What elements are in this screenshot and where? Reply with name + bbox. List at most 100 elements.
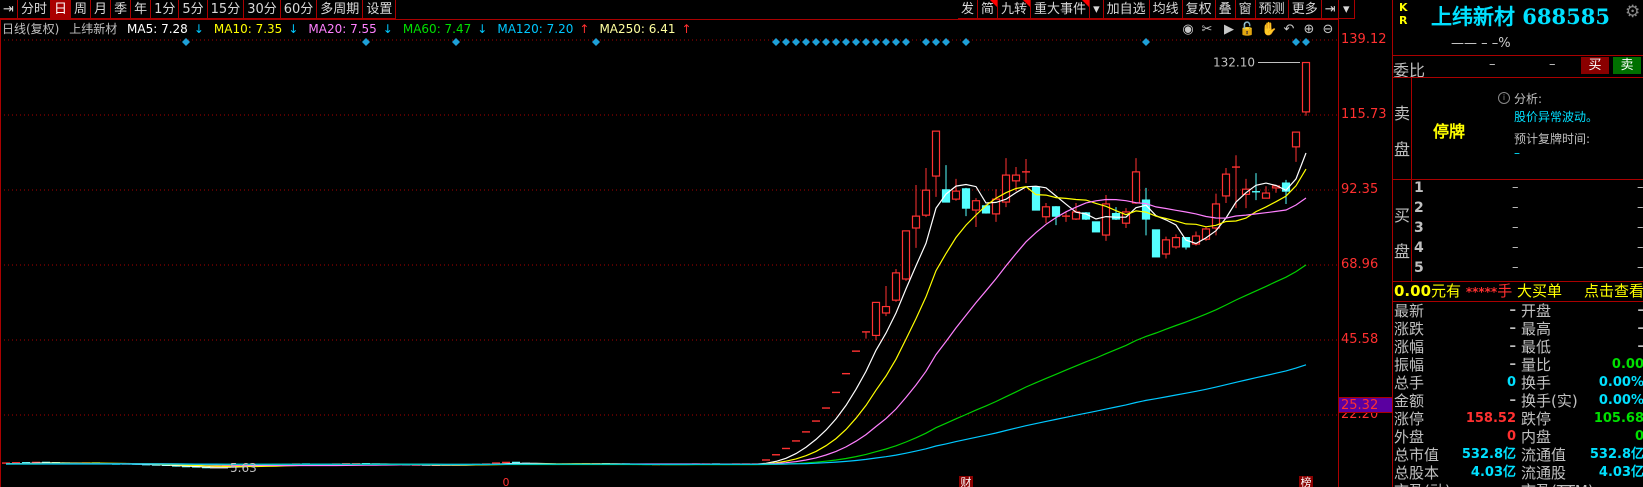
signal-marker[interactable] [892,38,900,46]
stat-value: – [1509,321,1517,336]
stat-label: 换手 [1521,374,1552,392]
kr-r: R [1399,14,1408,27]
kline-chart[interactable]: 132.10 5.63 0 财 榜 [0,0,1338,487]
signal-marker[interactable] [842,38,850,46]
candle [941,165,951,203]
candle [901,230,911,281]
stat-row: 涨停 158.52 跌停 105.68 [1393,410,1643,428]
stat-value: 0.00% [1598,393,1643,408]
stat-label: 涨跌 [1394,320,1425,338]
signal-marker[interactable] [182,38,190,46]
price-tick: 92.35 [1341,181,1379,197]
weibi-value: – [1489,57,1496,72]
bid-price: – [1512,220,1519,235]
candle [951,178,961,201]
stat-value: 0.00 [1611,357,1643,372]
low-price-label: 5.63 [230,461,257,475]
stat-label: 最高 [1521,320,1552,338]
stat-label: 开盘 [1521,302,1552,320]
signal-marker[interactable] [592,38,600,46]
signal-marker[interactable] [772,38,780,46]
signal-marker[interactable] [902,38,910,46]
signal-marker[interactable] [1292,38,1300,46]
signal-marker[interactable] [942,38,950,46]
signal-marker[interactable] [922,38,930,46]
stat-value: 4.03亿 [1598,465,1643,480]
stat-row: 涨跌–最高– [1393,320,1643,338]
bid-price: – [1512,240,1519,255]
stat-value: 0.00% [1598,375,1643,390]
sell-side-label-1: 卖 [1394,104,1411,123]
view-link[interactable]: 点击查看 [1584,282,1643,301]
bid-volume: – [1637,180,1643,195]
signal-marker[interactable] [852,38,860,46]
gear-icon[interactable]: ⚙ [1625,2,1640,22]
candle [871,301,881,341]
signal-marker[interactable] [832,38,840,46]
stat-label: 换手(实) [1521,392,1578,410]
analysis-label: 分析: [1514,92,1543,106]
signal-marker[interactable] [932,38,940,46]
signal-marker[interactable] [452,38,460,46]
big-order-hand: 手 [1497,282,1513,300]
ma10-line [5,168,1307,468]
signal-marker[interactable] [362,38,370,46]
buy-button[interactable]: 买 [1581,57,1609,74]
event-label[interactable]: 0 [503,476,510,487]
candle [1041,202,1051,224]
event-label[interactable]: 榜 [1301,475,1312,487]
stat-row: 总手 0 换手 0.00% [1393,374,1643,392]
signal-marker[interactable] [1302,38,1310,46]
buy-side-label-2: 盘 [1394,242,1411,261]
candle [1131,158,1141,204]
weiCha-value: – [1549,57,1556,72]
stat-value: – [1509,303,1517,318]
big-order-stars: ***** [1465,285,1498,299]
signal-marker[interactable] [872,38,880,46]
signal-marker[interactable] [1142,38,1150,46]
price-tick: 139.12 [1341,32,1387,47]
signal-marker[interactable] [862,38,870,46]
bid-level: 4 [1414,240,1424,256]
stat-label: 外盘 [1394,428,1425,446]
signal-marker[interactable] [812,38,820,46]
buy-side-label-1: 买 [1394,206,1411,225]
ma60-line [6,264,1307,466]
stat-label: 涨幅 [1394,338,1425,356]
signal-marker[interactable] [802,38,810,46]
divider [0,19,1,487]
info-icon[interactable]: i [1498,92,1510,104]
sell-button[interactable]: 卖 [1613,57,1641,74]
signal-marker[interactable] [822,38,830,46]
stat-label: 流通值 [1521,446,1567,464]
stat-value: 158.52 [1465,411,1516,426]
sell-side-label-2: 盘 [1394,140,1411,159]
bid-level: 3 [1414,220,1424,236]
kr-badge: KR [1399,1,1408,27]
ma20-line [5,197,1307,467]
chevron-down-icon[interactable]: ▾ [1339,0,1355,19]
big-order-label: 大买单 [1517,282,1563,300]
stat-label: 市盈(TTM) [1521,482,1594,487]
divider [1393,55,1643,56]
signal-marker[interactable] [792,38,800,46]
signal-marker[interactable] [882,38,890,46]
candle [891,269,901,302]
candle [862,331,870,339]
candle [502,461,510,464]
signal-marker[interactable] [782,38,790,46]
signal-marker[interactable] [962,38,970,46]
stat-label: 总手 [1394,374,1425,392]
candle [1252,173,1260,201]
big-order-amount: 0.00 [1394,282,1432,300]
big-order-unit: 元有 [1431,282,1462,300]
stat-value: – [1509,393,1517,408]
candle [1091,221,1101,233]
stat-label: 振幅 [1394,356,1425,374]
bid-price: – [1512,180,1519,195]
stat-value: 105.68 [1593,411,1643,426]
candle [961,187,971,217]
stat-row: 市盈(动) 市盈(TTM) [1393,482,1643,487]
event-label[interactable]: 财 [961,475,972,487]
candle [881,286,891,317]
